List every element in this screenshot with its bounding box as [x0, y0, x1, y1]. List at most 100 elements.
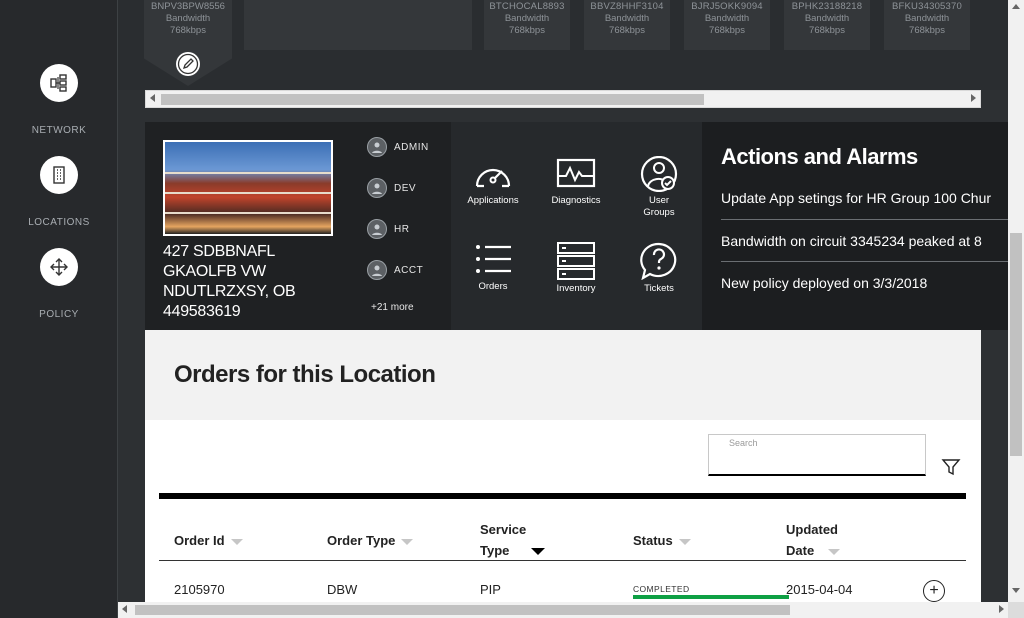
- group-dev[interactable]: DEV: [367, 177, 447, 199]
- divider: [721, 261, 1008, 262]
- cell-order-id: 2105970: [174, 582, 225, 597]
- more-groups-link[interactable]: +21 more: [371, 302, 414, 313]
- scrollbar-corner: [1008, 602, 1024, 618]
- app-label: Tickets: [644, 283, 674, 294]
- scrollbar-thumb[interactable]: [161, 94, 704, 105]
- app-diagnostics[interactable]: Diagnostics: [534, 156, 618, 207]
- sidebar-item-label: NETWORK: [31, 125, 87, 136]
- sidebar-item-network[interactable]: NETWORK: [0, 64, 118, 136]
- column-status[interactable]: Status: [633, 530, 691, 551]
- circuit-card[interactable]: BJRJ5OKK9094 Bandwidth 768kbps: [684, 0, 770, 50]
- circuit-speed: 768kbps: [609, 25, 645, 36]
- scroll-left-icon[interactable]: [150, 94, 155, 102]
- group-admin[interactable]: ADMIN: [367, 136, 447, 158]
- address-line: NDUTLRZXSY, OB: [163, 283, 296, 300]
- app-applications[interactable]: Applications: [451, 156, 535, 207]
- address-line: 427 SDBBNAFL: [163, 243, 276, 260]
- column-updated-date[interactable]: Updated Date: [786, 519, 841, 561]
- gauge-icon: [475, 168, 511, 188]
- user-icon: [367, 137, 387, 157]
- cell-updated-date: 2015-04-04: [786, 582, 853, 597]
- column-label: Service: [480, 522, 527, 537]
- circuit-card[interactable]: BPHK23188218 Bandwidth 768kbps: [784, 0, 870, 50]
- scroll-up-icon[interactable]: [1012, 4, 1020, 9]
- user-check-icon: [640, 156, 678, 192]
- actions-alarms-panel: Actions and Alarms Update App setings fo…: [702, 122, 1008, 330]
- location-address: 427 SDBBNAFL GKAOLFB VW NDUTLRZXSY, OB 4…: [163, 242, 343, 322]
- column-label: Order Type: [327, 533, 396, 548]
- header-divider: [159, 560, 966, 561]
- user-icon: [367, 178, 387, 198]
- sidebar: NETWORK LOCATIONS POLICY: [0, 0, 118, 618]
- column-order-type[interactable]: Order Type: [327, 530, 414, 551]
- network-icon: [40, 64, 78, 102]
- column-order-id[interactable]: Order Id: [174, 530, 243, 551]
- circuit-id: BPHK23188218: [791, 1, 863, 12]
- group-acct[interactable]: ACCT: [367, 259, 447, 281]
- app-root: NETWORK LOCATIONS POLICY BNPV3BPW8556 Ba…: [0, 0, 1024, 618]
- sort-caret-icon: [678, 538, 691, 545]
- app-label: Applications: [467, 195, 519, 206]
- alarm-item[interactable]: Update App setings for HR Group 100 Chur: [721, 190, 1008, 214]
- sidebar-item-locations[interactable]: LOCATIONS: [0, 156, 118, 228]
- app-tickets[interactable]: Tickets: [617, 242, 701, 295]
- app-orders[interactable]: Orders: [451, 242, 535, 293]
- search-input[interactable]: Search: [708, 434, 926, 476]
- scroll-left-icon[interactable]: [122, 605, 127, 613]
- column-label: Updated: [786, 522, 838, 537]
- scrollbar-thumb[interactable]: [135, 605, 790, 615]
- circuit-card[interactable]: BFKU34305370 Bandwidth 768kbps: [884, 0, 970, 50]
- app-label: Inventory: [556, 283, 596, 294]
- orders-section: Orders for this Location Search Order Id…: [145, 330, 981, 602]
- circuit-label: Bandwidth: [604, 13, 650, 24]
- circuit-label: Bandwidth: [704, 13, 750, 24]
- list-icon: [476, 245, 511, 273]
- app-inventory[interactable]: Inventory: [534, 242, 618, 295]
- edit-circuit-button[interactable]: [176, 52, 200, 76]
- column-service-type[interactable]: Service Type: [480, 519, 546, 561]
- circuit-label: Bandwidth: [804, 13, 850, 24]
- address-line: 449583619: [163, 303, 241, 320]
- circuit-placeholder: [244, 0, 472, 50]
- plus-icon: +: [929, 582, 939, 599]
- filter-icon[interactable]: [941, 457, 961, 482]
- app-label: Groups: [643, 207, 675, 218]
- circuit-label: Bandwidth: [904, 13, 950, 24]
- address-line: GKAOLFB VW: [163, 263, 266, 280]
- app-user-groups[interactable]: User Groups: [617, 156, 701, 219]
- scroll-down-icon[interactable]: [1012, 588, 1020, 593]
- group-label: HR: [394, 223, 410, 235]
- circuit-scrollbar[interactable]: [145, 90, 981, 108]
- cell-service-type: PIP: [480, 582, 501, 597]
- cell-order-type: DBW: [327, 582, 358, 597]
- scrollbar-thumb[interactable]: [1010, 233, 1022, 456]
- app-label: Diagnostics: [551, 195, 601, 206]
- orders-header: Orders for this Location: [145, 330, 981, 420]
- circuit-speed: 768kbps: [170, 25, 206, 36]
- circuit-card[interactable]: BBVZ8HHF3104 Bandwidth 768kbps: [584, 0, 670, 50]
- alarms-title: Actions and Alarms: [721, 144, 918, 169]
- expand-row-button[interactable]: +: [923, 580, 945, 602]
- search-placeholder: Search: [729, 438, 758, 448]
- sidebar-item-label: POLICY: [39, 309, 79, 320]
- circuit-id: BNPV3BPW8556: [151, 1, 225, 12]
- app-label: Orders: [478, 281, 508, 292]
- circuit-card[interactable]: BTCHOCAL8893 Bandwidth 768kbps: [484, 0, 570, 50]
- circuit-label: Bandwidth: [504, 13, 550, 24]
- sort-caret-icon: [828, 548, 841, 555]
- page-vertical-scrollbar[interactable]: [1008, 0, 1024, 602]
- page-horizontal-scrollbar[interactable]: [118, 602, 1008, 618]
- status-progress-bar: [633, 595, 789, 599]
- group-label: ACCT: [394, 264, 424, 276]
- scroll-right-icon[interactable]: [999, 605, 1004, 613]
- sort-caret-icon: [531, 548, 546, 556]
- column-label: Date: [786, 543, 815, 558]
- sidebar-item-policy[interactable]: POLICY: [0, 248, 118, 320]
- alarm-item[interactable]: Bandwidth on circuit 3345234 peaked at 8: [721, 233, 1008, 257]
- scroll-right-icon[interactable]: [971, 94, 976, 102]
- alarm-item[interactable]: New policy deployed on 3/3/2018: [721, 275, 1008, 299]
- circuit-speed: 768kbps: [509, 25, 545, 36]
- group-hr[interactable]: HR: [367, 218, 447, 240]
- pencil-icon: [177, 53, 199, 75]
- building-icon: [40, 156, 78, 194]
